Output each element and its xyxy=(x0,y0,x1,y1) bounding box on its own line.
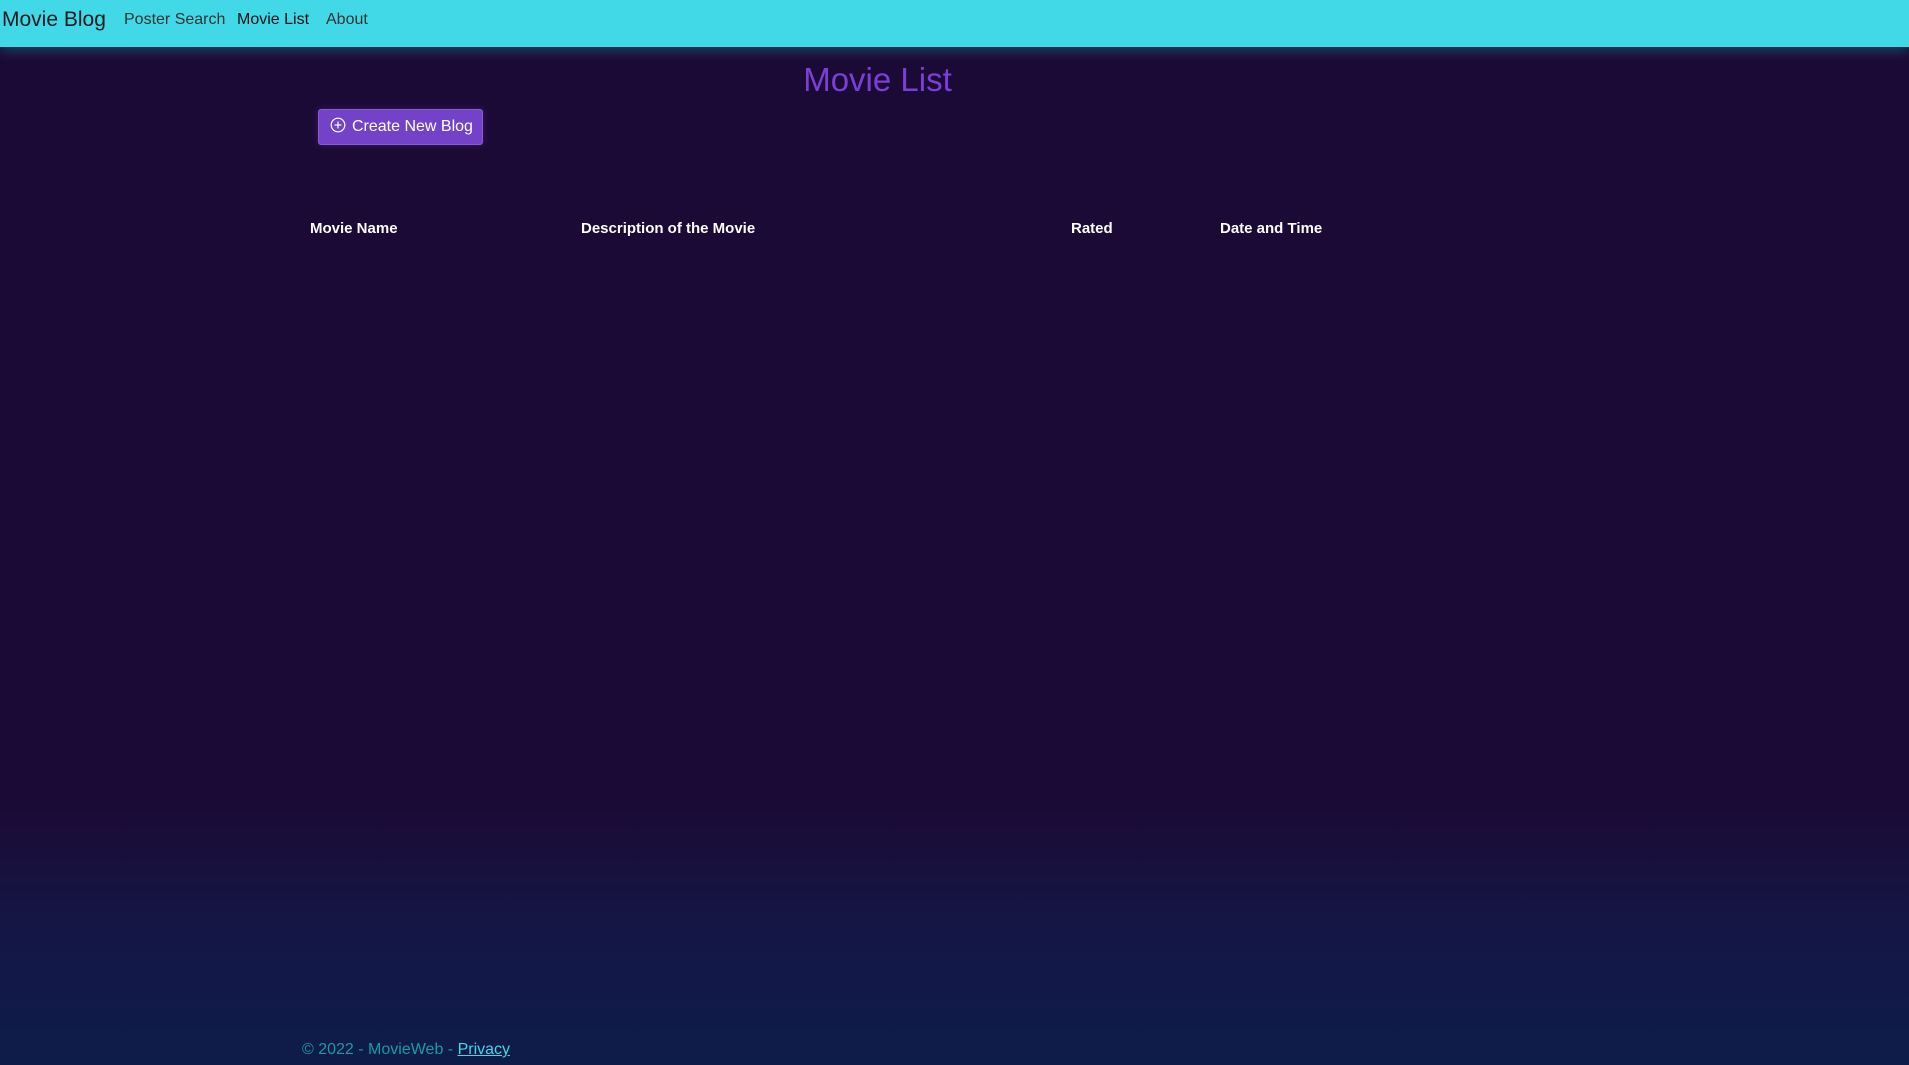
nav-link-about[interactable]: About xyxy=(326,10,368,30)
footer-copyright: © 2022 - MovieWeb - xyxy=(302,1041,458,1058)
top-navbar: Movie Blog Poster Search Movie List Abou… xyxy=(0,0,1909,47)
create-new-blog-button[interactable]: Create New Blog xyxy=(318,109,483,145)
brand-link[interactable]: Movie Blog xyxy=(2,8,106,32)
column-header-movie-name: Movie Name xyxy=(310,220,398,237)
column-header-description: Description of the Movie xyxy=(581,220,756,237)
plus-circle-icon xyxy=(330,117,352,138)
privacy-link[interactable]: Privacy xyxy=(458,1041,510,1058)
page-title: Movie List xyxy=(803,61,952,98)
footer: © 2022 - MovieWeb - Privacy xyxy=(302,1040,510,1060)
nav-link-movie-list[interactable]: Movie List xyxy=(237,10,309,30)
column-header-rated: Rated xyxy=(1071,220,1113,237)
create-new-blog-label: Create New Blog xyxy=(352,118,473,135)
nav-link-poster-search[interactable]: Poster Search xyxy=(124,10,225,30)
column-header-date-time: Date and Time xyxy=(1220,220,1323,237)
